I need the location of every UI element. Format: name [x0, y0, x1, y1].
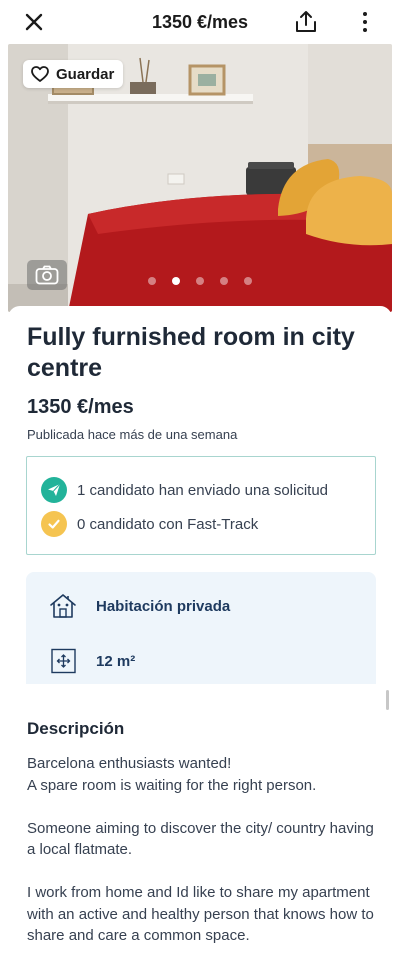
applicants-fast-track-text: 0 candidato con Fast-Track — [77, 515, 259, 533]
share-icon[interactable] — [293, 9, 319, 35]
save-label: Guardar — [56, 65, 115, 83]
house-icon — [50, 594, 76, 618]
applicants-fast-track-row: 0 candidato con Fast-Track — [41, 511, 258, 537]
page-title: 1350 €/mes — [151, 12, 249, 32]
feature-room-type: Habitación privada — [48, 592, 230, 620]
feature-area-label: 12 m² — [96, 652, 136, 670]
heart-icon — [31, 66, 49, 82]
listing-price: 1350 €/mes — [27, 396, 134, 418]
photo-pagination — [148, 277, 252, 285]
pagination-dot[interactable] — [196, 277, 204, 285]
description-body: Barcelona enthusiasts wanted! A spare ro… — [27, 753, 377, 947]
area-icon — [51, 648, 76, 674]
applicants-box: 1 candidato han enviado una solicitud 0 … — [26, 456, 376, 555]
applicants-submitted-text: 1 candidato han enviado una solicitud — [77, 481, 329, 499]
feature-area: 12 m² — [48, 648, 135, 674]
check-icon — [41, 511, 67, 537]
more-options-icon[interactable] — [356, 9, 374, 35]
scrollbar[interactable] — [386, 690, 389, 710]
applicants-submitted-row: 1 candidato han enviado una solicitud — [41, 477, 328, 503]
published-date: Publicada hace más de una semana — [27, 427, 238, 442]
features-panel: Habitación privada 12 m² — [26, 572, 376, 684]
description-paragraph: Barcelona enthusiasts wanted! A spare ro… — [27, 755, 317, 794]
description-heading: Descripción — [27, 719, 125, 738]
send-icon — [41, 477, 67, 503]
pagination-dot[interactable] — [148, 277, 156, 285]
top-bar: 1350 €/mes — [0, 0, 400, 44]
gallery-button[interactable] — [27, 260, 67, 290]
description-paragraph: Someone aiming to discover the city/ cou… — [27, 819, 374, 859]
pagination-dot-active[interactable] — [172, 277, 180, 285]
listing-title: Fully furnished room in city centre — [27, 323, 355, 382]
description-paragraph: I work from home and Id like to share my… — [27, 884, 374, 944]
feature-room-type-label: Habitación privada — [96, 597, 231, 615]
save-button[interactable]: Guardar — [23, 60, 123, 88]
pagination-dot[interactable] — [220, 277, 228, 285]
pagination-dot[interactable] — [244, 277, 252, 285]
camera-icon — [35, 265, 59, 285]
